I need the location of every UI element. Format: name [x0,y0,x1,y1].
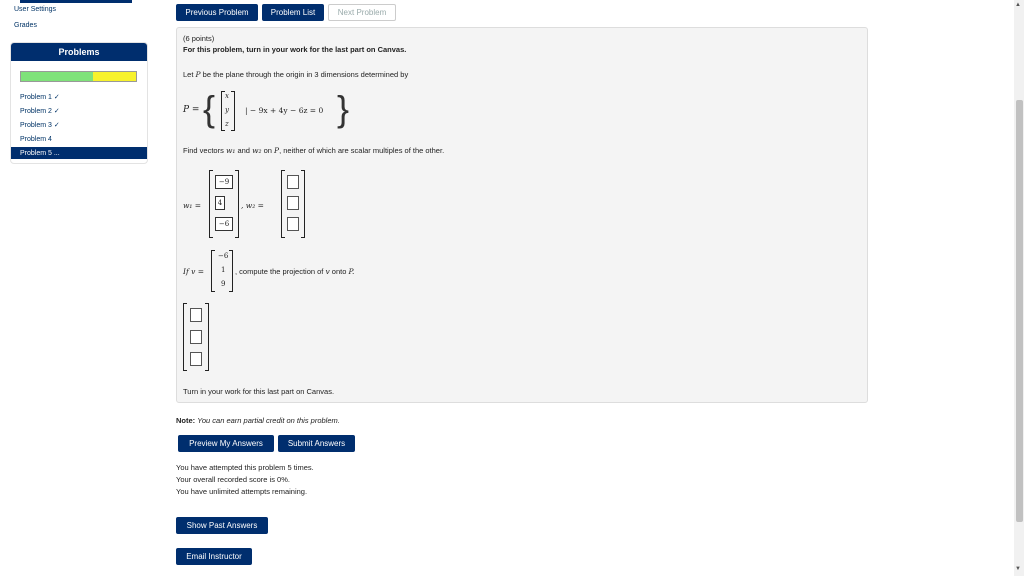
sidebar-item-label: Problem 5 ... [20,149,60,157]
set-close-brace: } [337,88,350,129]
canvas-instruction: For this problem, turn in your work for … [183,45,407,54]
v-label: If v = [183,267,205,276]
problem-body: (6 points) For this problem, turn in you… [176,27,868,403]
projection-bracket-left [183,303,187,371]
find-text-2: on [261,146,275,155]
plane-condition: | − 9x + 4y − 6z = 0 [245,106,324,115]
canvas-note: Turn in your work for this last part on … [183,387,335,396]
find-w2-symbol: w₂ [252,146,262,155]
scroll-up-arrow-icon[interactable]: ▲ [1015,2,1021,8]
progress-bar [20,71,137,82]
vector-z: z [225,120,229,128]
sidebar-item-problem-3[interactable]: Problem 3 ✓ [20,119,147,131]
note-text: You can earn partial credit on this prob… [197,416,340,425]
compute-text-main: , compute the projection of [235,267,326,276]
projection-component-2-input[interactable] [190,330,202,344]
w1-bracket-right [235,170,239,238]
w1-bracket-left [209,170,213,238]
w2-component-2-input[interactable] [287,196,299,210]
preview-answers-button[interactable]: Preview My Answers [178,435,274,452]
previous-problem-button[interactable]: Previous Problem [176,4,258,21]
w2-bracket-left [281,170,285,238]
vector-x: x [225,92,229,100]
sidebar-item-problem-4[interactable]: Problem 4 [20,133,147,145]
partial-credit-note: Note: You can earn partial credit on thi… [176,416,340,425]
v-bracket-right [229,250,233,292]
progress-partial [93,72,136,81]
w2-label: , w₂ = [241,201,264,210]
vector-y: y [225,106,229,114]
w1-component-2-input[interactable]: 4 [215,196,225,210]
v-component-3: 9 [221,280,226,288]
compute-plane-symbol: P. [348,267,355,276]
v-component-2: 1 [221,266,226,274]
vector-bracket-right [231,91,235,131]
find-text-3: , neither of which are scalar multiples … [279,146,445,155]
problems-heading: Problems [11,43,147,61]
email-instructor-button[interactable]: Email Instructor [176,548,252,565]
problem-list-button[interactable]: Problem List [262,4,324,21]
w2-bracket-right [301,170,305,238]
remaining-text: You have unlimited attempts remaining. [176,487,308,496]
intro-text-post: be the plane through the origin in 3 dim… [200,70,409,79]
find-text-1: Find vectors [183,146,226,155]
projection-component-1-input[interactable] [190,308,202,322]
v-bracket-left [211,250,215,292]
find-and: and [235,146,253,155]
sidebar-item-label: Problem 4 [20,135,52,143]
note-label: Note: [176,416,196,425]
show-past-answers-button[interactable]: Show Past Answers [176,517,268,534]
w2-component-1-input[interactable] [287,175,299,189]
points-label: (6 points) [183,34,215,43]
grades-link[interactable]: Grades [14,22,37,29]
problems-panel: Problems Problem 1 ✓ Problem 2 ✓ Problem… [10,42,148,164]
set-label: P = [183,105,200,115]
w1-label: w₁ = [183,201,202,210]
attempts-text: You have attempted this problem 5 times. [176,463,314,472]
sidebar-item-problem-5[interactable]: Problem 5 ... [11,147,147,159]
submit-answers-button[interactable]: Submit Answers [278,435,355,452]
sidebar-item-label: Problem 2 ✓ [20,108,60,115]
set-open-brace: { [203,88,216,129]
intro-text-pre: Let [183,70,196,79]
problem-intro: Let P be the plane through the origin in… [183,70,408,79]
progress-correct [21,72,94,81]
next-problem-button[interactable]: Next Problem [328,4,396,21]
compute-text: , compute the projection of v onto P. [235,267,354,276]
sidebar-item-problem-2[interactable]: Problem 2 ✓ [20,105,147,117]
sidebar-top-accent [20,0,132,3]
w2-component-3-input[interactable] [287,217,299,231]
score-text: Your overall recorded score is 0%. [176,475,290,484]
user-settings-link[interactable]: User Settings [14,6,56,13]
w1-component-3-input[interactable]: −6 [215,217,233,231]
projection-component-3-input[interactable] [190,352,202,366]
v-component-1: −6 [218,252,229,260]
sidebar-item-problem-1[interactable]: Problem 1 ✓ [20,91,147,103]
sidebar-item-label: Problem 1 ✓ [20,94,60,101]
scroll-down-arrow-icon[interactable]: ▼ [1015,566,1021,572]
scrollbar-thumb[interactable] [1016,100,1023,522]
compute-onto: onto [329,267,349,276]
find-vectors-text: Find vectors w₁ and w₂ on P, neither of … [183,146,444,155]
find-w1-symbol: w₁ [225,146,236,155]
w1-component-1-input[interactable]: −9 [215,175,233,189]
sidebar-item-label: Problem 3 ✓ [20,122,60,129]
projection-bracket-right [205,303,209,371]
